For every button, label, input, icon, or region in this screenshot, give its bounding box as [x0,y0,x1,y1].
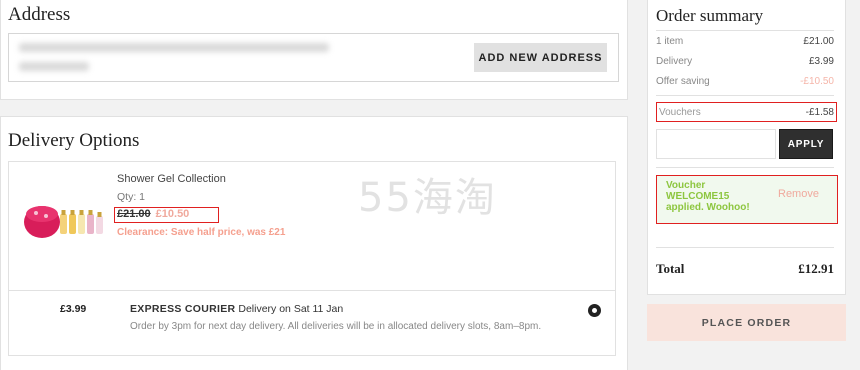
order-summary-title: Order summary [656,6,764,25]
summary-label: 1 item [656,36,684,47]
shipping-method: EXPRESS COURIER [130,303,236,315]
summary-label: Offer saving [656,76,710,87]
total-label: Total [656,261,685,276]
summary-value: -£1.58 [805,106,834,118]
shipping-price: £3.99 [60,303,87,315]
delivery-title: Delivery Options [8,130,140,151]
redacted-address-line [19,62,89,71]
product-image [24,206,103,238]
address-title: Address [8,4,71,25]
divider [656,167,834,168]
add-new-address-button[interactable]: ADD NEW ADDRESS [474,43,607,72]
voucher-applied-message: Voucher WELCOME15 applied. Woohoo! [666,180,750,213]
divider [656,95,834,96]
summary-value: -£10.50 [800,76,834,87]
highlight-box [114,207,219,223]
redacted-address-line [19,43,329,52]
shipping-radio-selected[interactable] [588,304,601,317]
divider [656,247,834,248]
clearance-note: Clearance: Save half price, was £21 [117,227,286,238]
summary-label: Delivery [656,56,693,67]
watermark: 55海淘 [358,175,497,221]
voucher-code-input[interactable] [656,129,776,159]
product-quantity: Qty: 1 [117,191,146,203]
shipping-description: Order by 3pm for next day delivery. All … [130,321,542,332]
shipping-title: EXPRESS COURIER Delivery on Sat 11 Jan [130,303,343,315]
summary-value: £21.00 [803,36,834,47]
summary-line-items: 1 item £21.00 [656,36,834,47]
divider [656,30,834,31]
summary-line-offer-saving: Offer saving -£10.50 [656,76,834,87]
total-value: £12.91 [798,261,834,276]
order-total: Total £12.91 [656,261,834,277]
product-name: Shower Gel Collection [117,173,226,185]
summary-label: Vouchers [659,106,701,118]
apply-voucher-button[interactable]: APPLY [779,129,833,159]
divider [8,290,616,291]
summary-line-vouchers: Vouchers -£1.58 [656,102,837,122]
place-order-button[interactable]: PLACE ORDER [647,304,846,341]
summary-value: £3.99 [808,56,834,67]
summary-line-delivery: Delivery £3.99 [656,56,834,67]
shipping-date: Delivery on Sat 11 Jan [238,303,344,315]
remove-voucher-link[interactable]: Remove [778,188,819,200]
